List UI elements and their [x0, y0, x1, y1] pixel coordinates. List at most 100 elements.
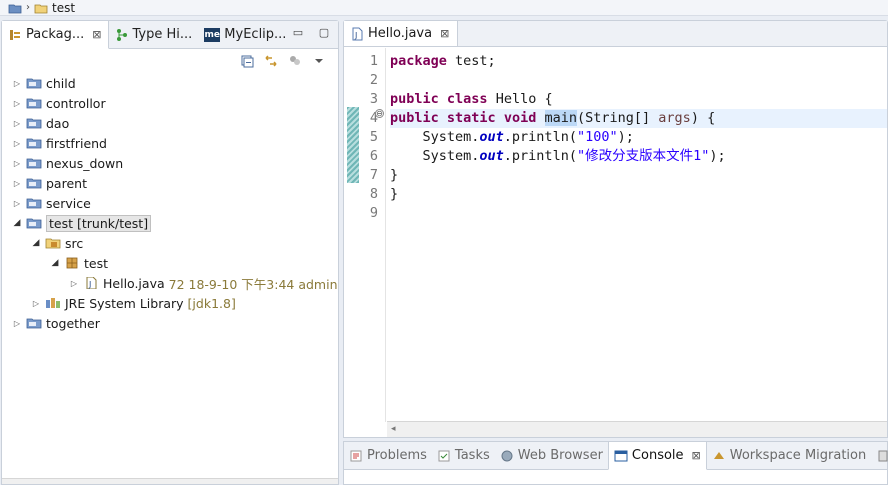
tab-package-explorer[interactable]: Packag... ⊠ — [2, 21, 109, 49]
close-icon[interactable]: ⊠ — [92, 28, 101, 41]
editor-tabbar: J Hello.java ⊠ — [344, 21, 887, 47]
collapsed-arrow-icon[interactable]: ▷ — [12, 119, 22, 128]
tasks-icon — [437, 449, 451, 463]
view-menu-icon[interactable] — [312, 54, 326, 68]
tree-item[interactable]: ◢ src — [31, 233, 84, 253]
collapsed-arrow-icon[interactable]: ▷ — [12, 319, 22, 328]
collapsed-arrow-icon[interactable]: ▷ — [12, 179, 22, 188]
line-number: 5 — [369, 129, 378, 145]
package-explorer-view: Packag... ⊠ Type Hi... me MyEclip... ▭ ▢… — [1, 20, 339, 485]
code-line[interactable]: public static void main(String[] args) { — [390, 109, 887, 128]
tree-item-label: JRE System Library — [65, 295, 184, 311]
code-line[interactable]: } — [390, 185, 887, 204]
tree-item[interactable]: ▷ parent — [12, 173, 87, 193]
breadcrumb-item-test[interactable]: test — [52, 1, 75, 15]
tree-item-label: together — [46, 315, 100, 331]
tab-console[interactable]: Console ⊠ — [607, 442, 707, 470]
tree-item[interactable]: ▷ together — [12, 313, 100, 333]
tab-se[interactable]: Se — [871, 442, 888, 469]
package-icon — [64, 257, 80, 269]
fold-collapse-icon[interactable]: ⊖ — [375, 109, 384, 118]
tree-item[interactable]: ▷ JRE System Library [jdk1.8] — [31, 293, 236, 313]
code-token: Hello { — [487, 91, 553, 107]
view-toolbar — [2, 49, 338, 73]
tree-item[interactable]: ▷ service — [12, 193, 91, 213]
line-number: 2 — [369, 72, 378, 88]
tree-item[interactable]: ▷ dao — [12, 113, 69, 133]
code-token: System. — [390, 148, 480, 164]
code-token: ); — [709, 148, 726, 164]
collapse-all-icon[interactable] — [240, 54, 254, 68]
svg-text:J: J — [88, 280, 91, 289]
tab-myeclipse[interactable]: me MyEclip... — [198, 21, 292, 48]
workspace-icon[interactable] — [8, 2, 22, 14]
library-icon — [45, 297, 61, 309]
tab-label: Web Browser — [517, 448, 603, 463]
horizontal-scrollbar[interactable] — [2, 478, 338, 484]
svg-text:J: J — [354, 31, 357, 40]
collapsed-arrow-icon[interactable]: ▷ — [31, 299, 41, 308]
code-token: } — [390, 186, 399, 202]
scroll-left-icon[interactable]: ◂ — [391, 424, 396, 434]
collapsed-arrow-icon[interactable]: ▷ — [12, 159, 22, 168]
line-number: 8 — [369, 186, 378, 202]
project-folder-icon — [26, 117, 42, 129]
tab-workspace-migration[interactable]: Workspace Migration — [707, 442, 871, 469]
code-line[interactable]: System.out.println("修改分支版本文件1"); — [390, 147, 887, 166]
close-icon[interactable]: ⊠ — [440, 27, 449, 40]
close-icon[interactable]: ⊠ — [692, 449, 701, 462]
tab-web-browser[interactable]: Web Browser — [495, 442, 608, 469]
code-line[interactable] — [390, 204, 887, 223]
expanded-arrow-icon[interactable]: ◢ — [31, 238, 41, 248]
tab-label: Tasks — [454, 448, 490, 463]
tab-problems[interactable]: Problems — [344, 442, 432, 469]
tree-item[interactable]: ◢ test [trunk/test] — [12, 213, 152, 233]
tree-item-decoration: [jdk1.8] — [187, 295, 236, 311]
horizontal-scrollbar[interactable]: ◂ — [387, 421, 887, 437]
collapsed-arrow-icon[interactable]: ▷ — [12, 139, 22, 148]
tree-item[interactable]: ▷ firstfriend — [12, 133, 107, 153]
code-line[interactable]: System.out.println("100"); — [390, 128, 887, 147]
tree-item[interactable]: ▷ J Hello.java 72 18-9-10 下午3:44 admin — [69, 273, 338, 293]
code-token: .println( — [503, 148, 577, 164]
code-token: class — [446, 91, 488, 107]
code-line[interactable]: public class Hello { — [390, 90, 887, 109]
tab-tasks[interactable]: Tasks — [432, 442, 495, 469]
minimize-icon[interactable]: ▭ — [292, 27, 304, 39]
code-token: } — [390, 167, 399, 183]
code-token: ); — [617, 129, 634, 145]
tree-item-label: dao — [46, 115, 70, 131]
tree-item[interactable]: ▷ nexus_down — [12, 153, 123, 173]
code-token: public — [390, 91, 439, 107]
tree-item-label: parent — [46, 175, 87, 191]
code-text-area[interactable]: package test; public class Hello {public … — [390, 48, 887, 422]
expanded-arrow-icon[interactable]: ◢ — [12, 218, 22, 228]
tab-type-hierarchy[interactable]: Type Hi... — [109, 21, 199, 48]
code-token: void — [503, 110, 537, 126]
code-line[interactable]: } — [390, 166, 887, 185]
collapsed-arrow-icon[interactable]: ▷ — [12, 79, 22, 88]
collapsed-arrow-icon[interactable]: ▷ — [69, 279, 79, 288]
maximize-icon[interactable]: ▢ — [318, 27, 330, 39]
collapsed-arrow-icon[interactable]: ▷ — [12, 99, 22, 108]
tree-item[interactable]: ▷ child — [12, 73, 76, 93]
filter-icon[interactable] — [288, 54, 302, 68]
editor-area: J Hello.java ⊠ 1 2 3 4 5 6 7 8 9 ⊖ package test;… — [343, 20, 888, 438]
tab-hello-java[interactable]: J Hello.java ⊠ — [344, 21, 459, 46]
code-token: package — [390, 53, 447, 69]
tree-item-label: test — [84, 255, 109, 271]
project-folder-icon[interactable] — [34, 2, 48, 14]
problems-icon — [349, 449, 363, 463]
code-token: (String[] — [577, 110, 659, 126]
expanded-arrow-icon[interactable]: ◢ — [50, 258, 60, 268]
link-with-editor-icon[interactable] — [264, 54, 278, 68]
code-line[interactable]: package test; — [390, 52, 887, 71]
code-token: public — [390, 110, 439, 126]
code-line[interactable] — [390, 71, 887, 90]
collapsed-arrow-icon[interactable]: ▷ — [12, 199, 22, 208]
tree-item[interactable]: ◢ test — [50, 253, 108, 273]
tree-item[interactable]: ▷ controllor — [12, 93, 106, 113]
